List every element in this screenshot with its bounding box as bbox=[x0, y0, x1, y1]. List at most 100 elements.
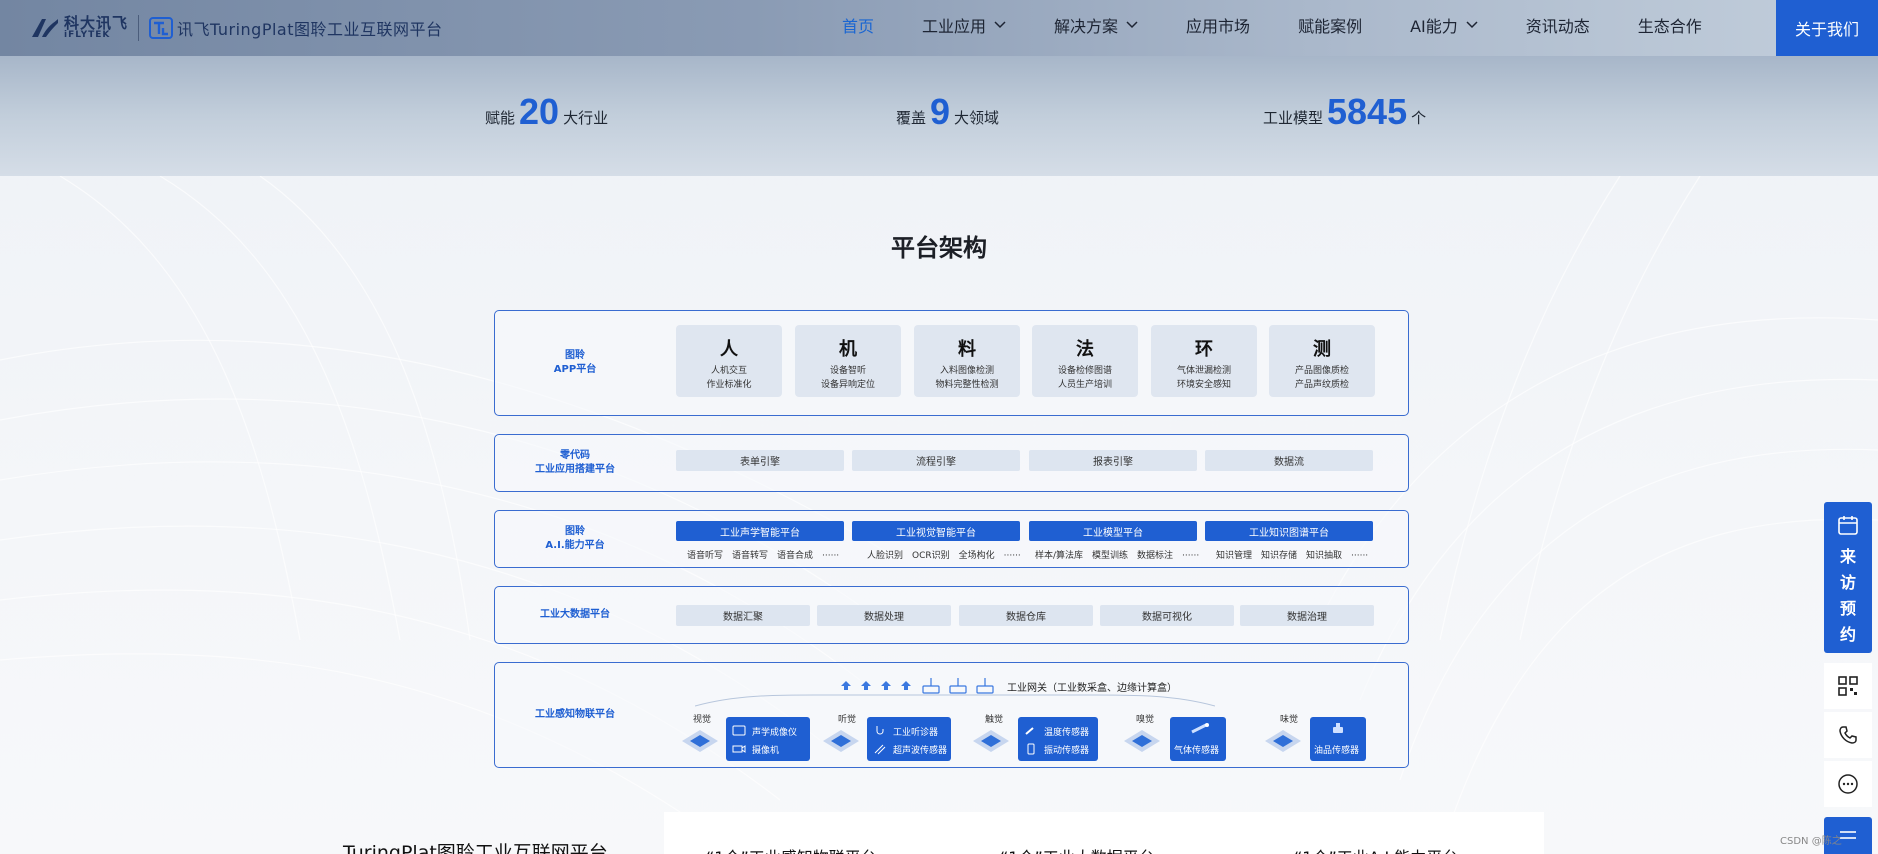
nav-industrial-apps[interactable]: 工业应用 bbox=[922, 13, 1006, 37]
sensor-label: 超声波传感器 bbox=[893, 745, 948, 756]
app-card-line: 环境安全感知 bbox=[1176, 380, 1231, 390]
bigdata-item[interactable]: 数据汇聚 bbox=[676, 605, 810, 626]
nav-cases[interactable]: 赋能案例 bbox=[1298, 13, 1362, 37]
app-card-line: 产品图像质检 bbox=[1294, 366, 1349, 376]
app-card-line: 人机交互 bbox=[710, 366, 747, 376]
sensor-box[interactable]: 工业听诊器 超声波传感器 bbox=[867, 717, 951, 761]
qrcode-icon bbox=[1838, 676, 1858, 696]
bigdata-item[interactable]: 数据仓库 bbox=[959, 605, 1093, 626]
chevron-down-icon bbox=[994, 21, 1006, 29]
sensor-label: 振动传感器 bbox=[1044, 745, 1090, 756]
stat-prefix: 覆盖 bbox=[896, 109, 927, 127]
phone-icon bbox=[1839, 726, 1857, 744]
sense-label: 听觉 bbox=[838, 715, 857, 725]
sensor-label: 气体传感器 bbox=[1174, 745, 1220, 756]
lowcode-item[interactable]: 报表引擎 bbox=[1029, 450, 1197, 471]
nav-ai-capability-label: AI能力 bbox=[1410, 17, 1458, 36]
bigdata-item[interactable]: 数据治理 bbox=[1240, 605, 1374, 626]
nav-ai-capability[interactable]: AI能力 bbox=[1410, 13, 1478, 37]
app-card[interactable]: 机 设备智听 设备异响定位 bbox=[795, 325, 901, 397]
lowcode-item[interactable]: 表单引擎 bbox=[676, 450, 844, 471]
app-card-line: 人员生产培训 bbox=[1057, 380, 1112, 390]
layer-name: 工业大数据平台 bbox=[495, 587, 655, 643]
nav-news[interactable]: 资讯动态 bbox=[1526, 13, 1590, 37]
stat-suffix: 大行业 bbox=[563, 109, 609, 127]
nav-solutions-label: 解决方案 bbox=[1054, 17, 1119, 36]
nav-news-label: 资讯动态 bbox=[1525, 17, 1590, 36]
layer-name: 图聆 APP平台 bbox=[495, 311, 655, 415]
sensor-label: 工业听诊器 bbox=[893, 727, 939, 738]
bigdata-item[interactable]: 数据可视化 bbox=[1100, 605, 1234, 626]
watermark-text: CSDN @陈之 bbox=[1780, 836, 1842, 847]
chevron-down-icon bbox=[1126, 21, 1138, 29]
layer-name-line: 工业感知物联平台 bbox=[535, 709, 615, 720]
camera-icon bbox=[732, 745, 746, 753]
layer-lowcode-platform: 零代码 工业应用搭建平台 表单引擎 流程引擎 报表引擎 数据流 bbox=[494, 434, 1409, 492]
stats-band: 赋能 20 大行业 覆盖 9 大领域 工业模型 5845 个 bbox=[0, 56, 1878, 176]
ai-platform-features: 语音听写 语音转写 语音合成 ······ bbox=[687, 551, 840, 561]
sensor-box[interactable]: 声学成像仪 摄像机 bbox=[726, 717, 810, 761]
nav-home[interactable]: 首页 bbox=[842, 13, 874, 37]
app-card[interactable]: 料 入料图像检测 物料完整性检测 bbox=[914, 325, 1020, 397]
nav-solutions[interactable]: 解决方案 bbox=[1054, 13, 1138, 37]
pedestal-icon bbox=[1124, 730, 1160, 752]
layer-name: 零代码 工业应用搭建平台 bbox=[495, 435, 655, 491]
ultrasonic-icon bbox=[874, 744, 886, 755]
ai-platform-button[interactable]: 工业知识图谱平台 bbox=[1205, 521, 1373, 541]
stat-domains: 覆盖 9 大领域 bbox=[896, 92, 999, 132]
app-card-line: 气体泄漏检测 bbox=[1176, 366, 1231, 376]
ai-platform-button[interactable]: 工业视觉智能平台 bbox=[852, 521, 1020, 541]
lowcode-item[interactable]: 流程引擎 bbox=[852, 450, 1020, 471]
app-card[interactable]: 环 气体泄漏检测 环境安全感知 bbox=[1151, 325, 1257, 397]
app-card-title: 机 bbox=[839, 339, 857, 360]
stat-suffix: 个 bbox=[1411, 109, 1427, 127]
pedestal-icon bbox=[973, 730, 1009, 752]
stat-suffix: 大领域 bbox=[954, 109, 1000, 127]
app-card-line: 作业标准化 bbox=[706, 380, 752, 390]
app-card-line: 入料图像检测 bbox=[939, 366, 994, 376]
app-card[interactable]: 法 设备检修图谱 人员生产培训 bbox=[1032, 325, 1138, 397]
pedestal-icon bbox=[1265, 730, 1301, 752]
app-card-line: 产品声纹质检 bbox=[1294, 380, 1349, 390]
app-card-title: 料 bbox=[958, 339, 976, 360]
visit-label: 来访预约 bbox=[1840, 547, 1857, 644]
sensor-box[interactable]: 油品传感器 bbox=[1310, 717, 1366, 761]
nav-cases-label: 赋能案例 bbox=[1298, 17, 1363, 36]
iflytek-logo-icon bbox=[32, 19, 58, 37]
about-us-button[interactable]: 关于我们 bbox=[1776, 0, 1878, 56]
phone-button[interactable] bbox=[1824, 712, 1872, 758]
ai-platform-button[interactable]: 工业模型平台 bbox=[1029, 521, 1197, 541]
nav-ecosystem[interactable]: 生态合作 bbox=[1638, 13, 1702, 37]
chat-button[interactable] bbox=[1824, 761, 1872, 807]
site-logo[interactable]: 科大讯飞 iFLYTEK 讯飞TuringPlat图聆工业互联网平台 bbox=[30, 11, 443, 45]
stethoscope-icon bbox=[876, 726, 884, 735]
main-nav: 首页 工业应用 解决方案 应用市场 赋能案例 AI能力 资讯动态 生态合作 bbox=[842, 0, 1750, 50]
nav-industrial-apps-label: 工业应用 bbox=[922, 17, 987, 36]
bigdata-item[interactable]: 数据处理 bbox=[817, 605, 951, 626]
gas-sensor-icon bbox=[1191, 723, 1209, 734]
section-title: 平台架构 bbox=[891, 234, 987, 262]
layer-name-line: APP平台 bbox=[553, 364, 597, 375]
calendar-icon bbox=[1838, 516, 1858, 535]
logo-divider bbox=[138, 15, 140, 41]
feature-title: “1个”工业A.I.能力平台 bbox=[1294, 844, 1458, 854]
app-card-title: 法 bbox=[1076, 339, 1094, 360]
lowcode-item[interactable]: 数据流 bbox=[1205, 450, 1373, 471]
feature-title: “1个”工业大数据平台 bbox=[1000, 844, 1155, 854]
nav-app-market[interactable]: 应用市场 bbox=[1186, 13, 1250, 37]
sense-label: 视觉 bbox=[693, 715, 712, 725]
sensor-box[interactable]: 温度传感器 振动传感器 bbox=[1018, 717, 1098, 761]
oil-sensor-icon bbox=[1333, 723, 1343, 733]
sensor-box[interactable]: 气体传感器 bbox=[1170, 717, 1226, 761]
qrcode-button[interactable] bbox=[1824, 663, 1872, 709]
visit-appointment-button[interactable]: 来访预约 bbox=[1824, 502, 1872, 653]
app-card[interactable]: 测 产品图像质检 产品声纹质检 bbox=[1269, 325, 1375, 397]
sense-label: 味觉 bbox=[1280, 715, 1299, 725]
vibration-icon bbox=[1027, 743, 1035, 755]
chevron-down-icon bbox=[1466, 21, 1478, 29]
bottom-section-title: TuringPlat图聆工业互联网平台 bbox=[343, 842, 608, 854]
chat-icon bbox=[1838, 774, 1858, 794]
sense-label: 触觉 bbox=[985, 715, 1004, 725]
ai-platform-button[interactable]: 工业声学智能平台 bbox=[676, 521, 844, 541]
app-card[interactable]: 人 人机交互 作业标准化 bbox=[676, 325, 782, 397]
